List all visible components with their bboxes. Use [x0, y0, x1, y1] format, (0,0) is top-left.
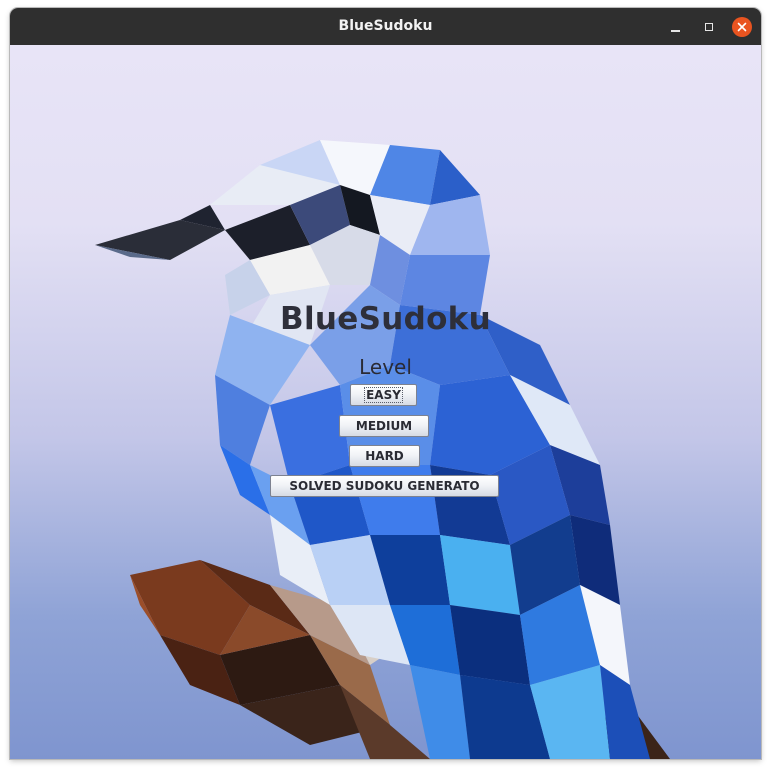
solved-sudoku-generator-button[interactable]: SOLVED SUDOKU GENERATO: [270, 475, 499, 497]
main-panel: BlueSudoku Level EASY MEDIUM HARD SOLVED…: [10, 45, 761, 759]
minimize-button[interactable]: [665, 17, 685, 37]
app-heading: BlueSudoku: [280, 301, 491, 337]
title-bar[interactable]: BlueSudoku: [10, 8, 761, 45]
level-label: Level: [359, 355, 412, 379]
minimize-icon: [670, 30, 680, 32]
app-window: BlueSudoku BlueSudoku Level EASY MEDIUM …: [10, 8, 761, 759]
close-button[interactable]: [732, 17, 752, 37]
hard-button[interactable]: HARD: [349, 445, 420, 467]
easy-button[interactable]: EASY: [350, 384, 417, 406]
medium-button[interactable]: MEDIUM: [339, 415, 429, 437]
window-title: BlueSudoku: [338, 18, 433, 34]
easy-button-label: EASY: [364, 387, 403, 403]
close-icon: [737, 22, 747, 32]
maximize-icon: [705, 23, 713, 31]
maximize-button[interactable]: [699, 17, 719, 37]
